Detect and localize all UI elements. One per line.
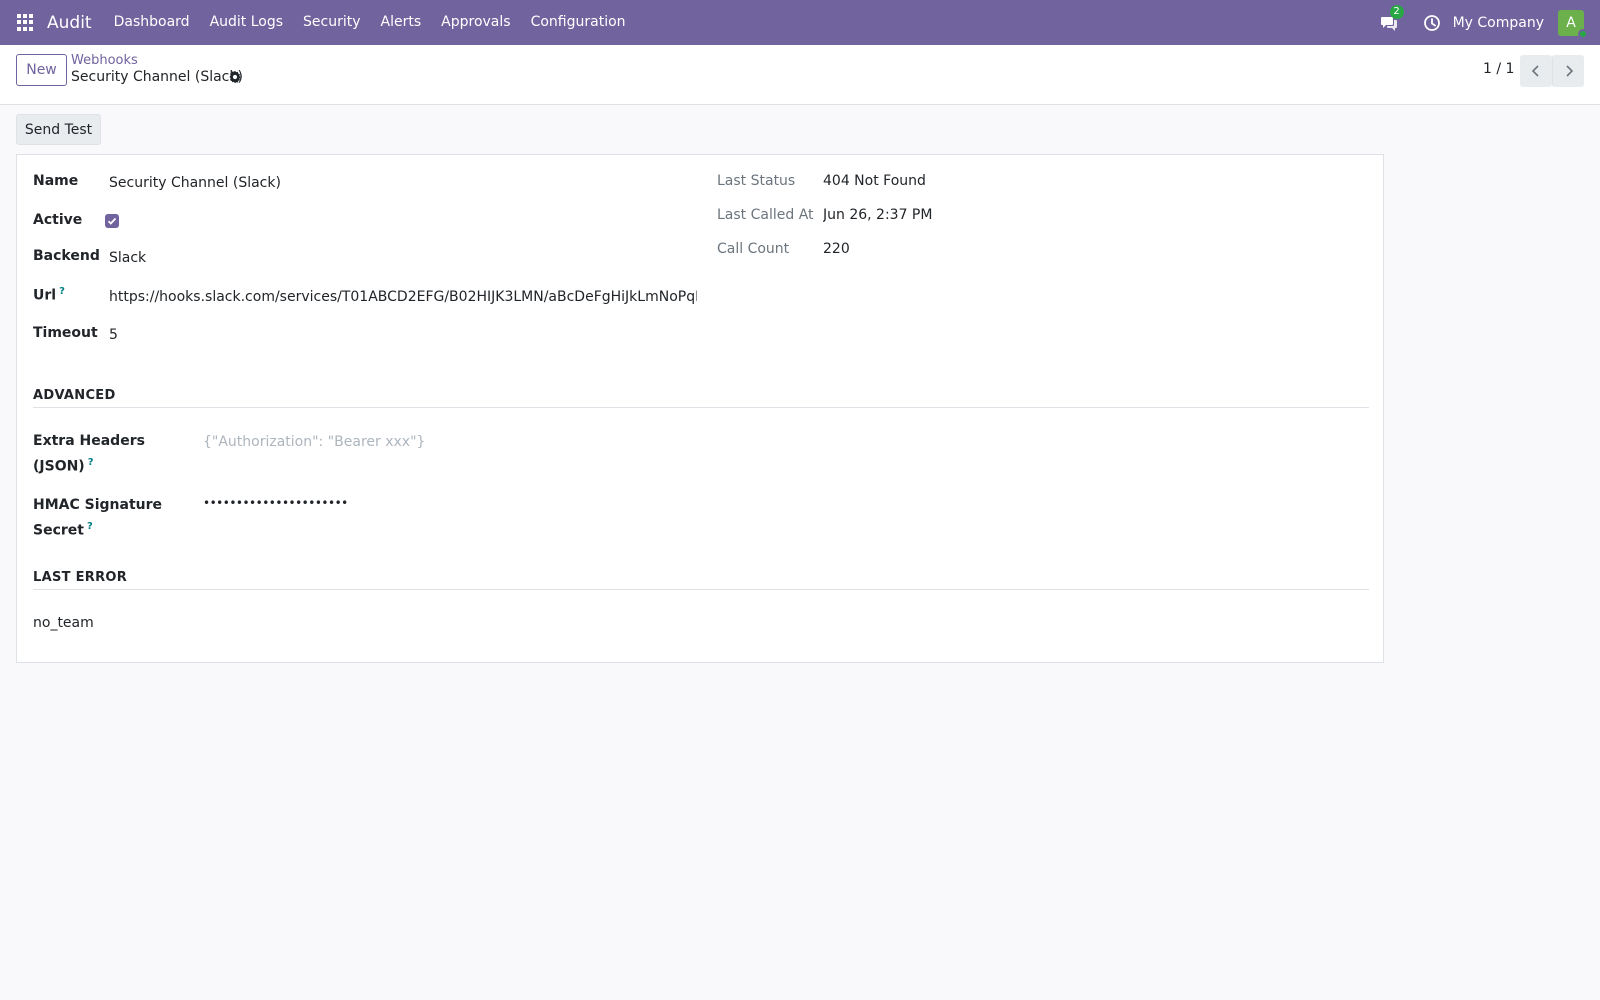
url-help-icon[interactable]: ? xyxy=(59,286,65,297)
hmac-secret-label-line2: Secret xyxy=(33,522,84,539)
active-label: Active xyxy=(33,212,83,228)
main-menu: Dashboard Audit Logs Security Alerts App… xyxy=(104,0,636,45)
advanced-section-title: ADVANCED xyxy=(33,388,116,403)
menu-item-security[interactable]: Security xyxy=(293,0,371,45)
checkmark-icon xyxy=(107,217,117,225)
company-switcher[interactable]: My Company xyxy=(1453,15,1544,31)
user-avatar[interactable]: A xyxy=(1558,9,1588,39)
timeout-label: Timeout xyxy=(33,325,98,341)
menu-item-alerts[interactable]: Alerts xyxy=(371,0,432,45)
extra-headers-label-line1: Extra Headers xyxy=(33,433,145,449)
hmac-secret-input[interactable]: •••••••••••••••••••••• xyxy=(203,496,1353,510)
hmac-secret-help-icon[interactable]: ? xyxy=(87,521,93,532)
backend-select[interactable]: Slack xyxy=(109,250,689,266)
advanced-section-divider xyxy=(33,407,1369,408)
hmac-secret-label: HMAC Signature Secret? xyxy=(33,495,162,542)
name-label: Name xyxy=(33,173,79,189)
form-sheet: Name Security Channel (Slack) Active Bac… xyxy=(16,154,1384,663)
call-count-value: 220 xyxy=(823,241,850,257)
messages-button[interactable]: 2 xyxy=(1379,4,1404,33)
extra-headers-input[interactable]: {"Authorization": "Bearer xxx"} xyxy=(203,434,1353,450)
url-input[interactable]: https://hooks.slack.com/services/T01ABCD… xyxy=(109,289,697,305)
url-label: Url? xyxy=(33,286,65,304)
url-label-text: Url xyxy=(33,287,57,304)
chevron-left-icon xyxy=(1531,65,1539,77)
active-checkbox[interactable] xyxy=(105,214,119,228)
last-status-value: 404 Not Found xyxy=(823,173,926,189)
backend-label: Backend xyxy=(33,248,100,264)
top-navbar: Audit Dashboard Audit Logs Security Aler… xyxy=(0,0,1600,45)
breadcrumb-webhooks[interactable]: Webhooks xyxy=(71,53,138,68)
last-error-section-divider xyxy=(33,589,1369,590)
hmac-secret-label-line1: HMAC Signature xyxy=(33,497,163,513)
pager-next-button[interactable] xyxy=(1552,55,1584,87)
extra-headers-help-icon[interactable]: ? xyxy=(88,457,94,468)
control-panel: New Webhooks Security Channel (Slack) 1 … xyxy=(0,45,1600,105)
online-status-dot xyxy=(1578,28,1588,39)
clock-icon[interactable] xyxy=(1423,14,1441,32)
apps-grid-icon[interactable] xyxy=(17,13,35,32)
extra-headers-label: Extra Headers (JSON)? xyxy=(33,431,145,478)
timeout-input[interactable]: 5 xyxy=(109,327,689,343)
last-error-value: no_team xyxy=(33,615,94,631)
last-status-label: Last Status xyxy=(717,173,796,189)
menu-item-approvals[interactable]: Approvals xyxy=(431,0,520,45)
last-called-value: Jun 26, 2:37 PM xyxy=(823,207,933,223)
name-input[interactable]: Security Channel (Slack) xyxy=(109,175,689,191)
chevron-right-icon xyxy=(1565,65,1573,77)
breadcrumb-current-record: Security Channel (Slack) xyxy=(71,69,243,85)
pager-value[interactable]: 1 / 1 xyxy=(1483,61,1514,77)
navbar-right: 2 My Company A xyxy=(1379,0,1600,45)
menu-item-audit-logs[interactable]: Audit Logs xyxy=(200,0,293,45)
chat-badge: 2 xyxy=(1389,4,1404,19)
last-error-section-title: LAST ERROR xyxy=(33,570,128,585)
send-test-button[interactable]: Send Test xyxy=(16,114,101,145)
gear-icon[interactable] xyxy=(228,70,242,84)
app-brand[interactable]: Audit xyxy=(47,13,92,33)
pager-previous-button[interactable] xyxy=(1520,55,1552,87)
avatar-letter: A xyxy=(1566,14,1576,31)
extra-headers-label-line2: (JSON) xyxy=(33,458,85,475)
new-button[interactable]: New xyxy=(16,54,67,86)
last-called-label: Last Called At xyxy=(717,207,814,223)
menu-item-configuration[interactable]: Configuration xyxy=(521,0,636,45)
menu-item-dashboard[interactable]: Dashboard xyxy=(104,0,200,45)
call-count-label: Call Count xyxy=(717,241,790,257)
